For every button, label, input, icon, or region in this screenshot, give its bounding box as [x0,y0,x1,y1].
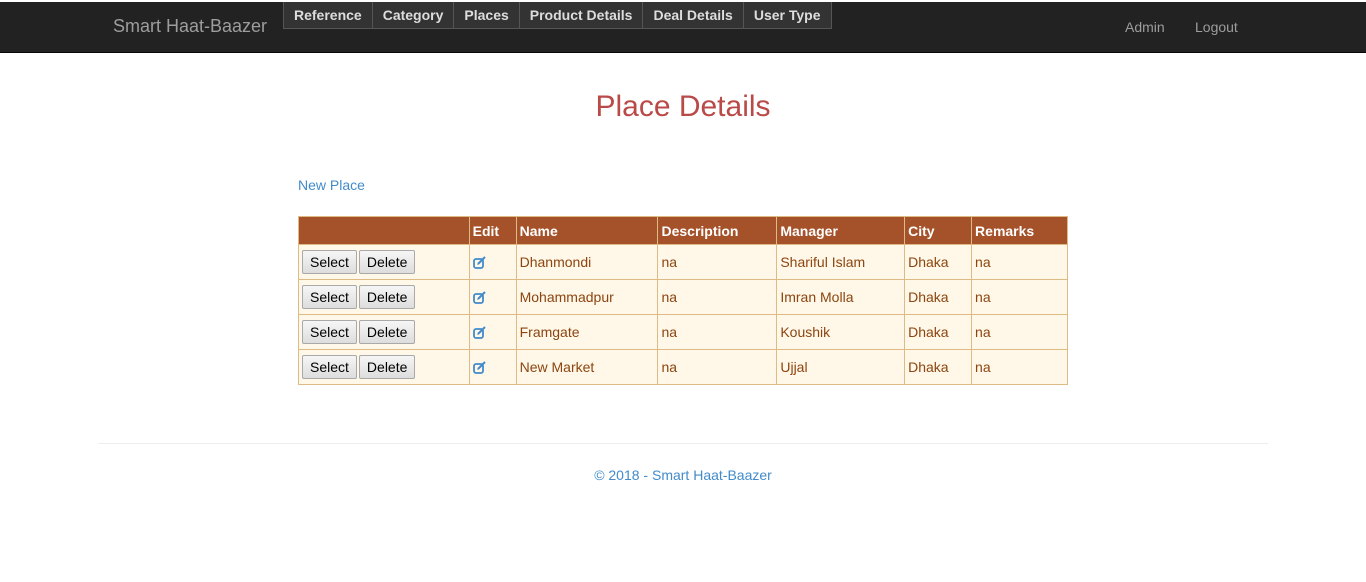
menu-item-places[interactable]: Places [453,2,520,29]
table-row: Select Delete Mohammadpur na Imran Molla … [298,279,1068,315]
column-header-actions [298,216,470,245]
delete-button[interactable]: Delete [358,250,416,274]
menu-item-deal-details[interactable]: Deal Details [642,2,744,29]
top-navbar: Smart Haat-Baazer Reference Category Pla… [0,2,1366,53]
place-manager: Ujjal [776,349,906,385]
select-button[interactable]: Select [302,250,357,274]
place-remarks: na [971,349,1068,385]
footer-divider [98,443,1268,444]
place-manager: Shariful Islam [776,244,906,280]
menu-item-user-type[interactable]: User Type [742,2,832,29]
place-description: na [657,244,778,280]
column-header-remarks: Remarks [971,216,1068,245]
column-header-name: Name [515,216,659,245]
column-header-manager: Manager [776,216,906,245]
edit-icon[interactable] [472,326,487,340]
edit-icon[interactable] [472,361,487,375]
column-header-description: Description [657,216,778,245]
select-button[interactable]: Select [302,355,357,379]
place-city: Dhaka [904,244,973,280]
place-manager: Koushik [776,314,906,350]
place-remarks: na [971,244,1068,280]
select-button[interactable]: Select [302,320,357,344]
new-place-link[interactable]: New Place [298,177,365,193]
place-city: Dhaka [904,279,973,315]
logout-link[interactable]: Logout [1195,19,1238,35]
place-city: Dhaka [904,314,973,350]
place-name: Dhanmondi [515,244,659,280]
footer-copyright: © 2018 - Smart Haat-Baazer [594,467,772,483]
page-title: Place Details [595,90,771,123]
row-actions-cell: Select Delete [298,279,470,315]
row-actions-cell: Select Delete [298,314,470,350]
table-row: Select Delete New Market na Ujjal Dhaka n… [298,349,1068,385]
place-description: na [657,314,778,350]
place-description: na [657,279,778,315]
table-header-row: Edit Name Description Manager City Remar… [298,216,1068,245]
menu-item-category[interactable]: Category [371,2,455,29]
delete-button[interactable]: Delete [358,320,416,344]
edit-cell [468,349,517,385]
edit-icon[interactable] [472,256,487,270]
table-row: Select Delete Framgate na Koushik Dhaka n… [298,314,1068,350]
table-row: Select Delete Dhanmondi na Shariful Islam… [298,244,1068,280]
place-description: na [657,349,778,385]
place-remarks: na [971,314,1068,350]
row-actions-cell: Select Delete [298,349,470,385]
delete-button[interactable]: Delete [358,355,416,379]
edit-cell [468,244,517,280]
places-table: Edit Name Description Manager City Remar… [298,216,1068,385]
edit-icon[interactable] [472,291,487,305]
row-actions-cell: Select Delete [298,244,470,280]
place-name: Framgate [515,314,659,350]
brand-link[interactable]: Smart Haat-Baazer [113,16,267,37]
place-city: Dhaka [904,349,973,385]
column-header-city: City [904,216,973,245]
place-name: New Market [515,349,659,385]
menu-item-product-details[interactable]: Product Details [518,2,644,29]
place-remarks: na [971,279,1068,315]
edit-cell [468,314,517,350]
delete-button[interactable]: Delete [358,285,416,309]
column-header-edit: Edit [468,216,517,245]
select-button[interactable]: Select [302,285,357,309]
place-name: Mohammadpur [515,279,659,315]
admin-link[interactable]: Admin [1125,19,1165,35]
edit-cell [468,279,517,315]
menu-item-reference[interactable]: Reference [283,2,373,29]
place-manager: Imran Molla [776,279,906,315]
main-menu: Reference Category Places Product Detail… [283,2,832,29]
